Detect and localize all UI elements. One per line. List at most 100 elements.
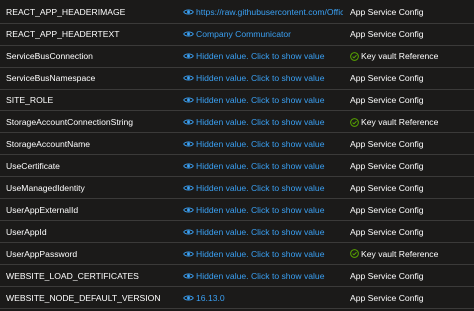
setting-source: Key vault Reference <box>350 51 438 61</box>
eye-icon <box>183 273 194 279</box>
setting-row[interactable]: UserAppId Hidden value. Click to show va… <box>0 222 474 244</box>
setting-name: WEBSITE_NODE_DEFAULT_VERSION <box>6 292 161 303</box>
eye-icon <box>183 31 194 37</box>
setting-name: WEBSITE_LOAD_CERTIFICATES <box>6 270 139 281</box>
setting-value-link[interactable]: Hidden value. Click to show value <box>183 205 343 215</box>
setting-value-text: Hidden value. Click to show value <box>196 117 325 128</box>
setting-source-text: App Service Config <box>350 204 424 215</box>
eye-icon <box>183 229 194 235</box>
eye-icon <box>183 207 194 213</box>
setting-value-text: Hidden value. Click to show value <box>196 204 325 215</box>
setting-source: App Service Config <box>350 73 424 83</box>
setting-value-link[interactable]: Hidden value. Click to show value <box>183 271 343 281</box>
eye-icon <box>183 9 194 15</box>
setting-source: App Service Config <box>350 7 424 17</box>
setting-row[interactable]: StorageAccountName Hidden value. Click t… <box>0 134 474 156</box>
setting-value-link[interactable]: Hidden value. Click to show value <box>183 183 343 193</box>
setting-source-text: Key vault Reference <box>361 117 439 128</box>
setting-name: UserAppId <box>6 226 47 237</box>
setting-row[interactable]: UserAppExternalId Hidden value. Click to… <box>0 200 474 222</box>
eye-icon <box>183 75 194 81</box>
setting-source: Key vault Reference <box>350 249 438 259</box>
setting-source-text: App Service Config <box>350 182 424 193</box>
setting-row[interactable]: UseCertificate Hidden value. Click to sh… <box>0 156 474 178</box>
eye-icon <box>183 119 194 125</box>
setting-value-text: Hidden value. Click to show value <box>196 248 325 259</box>
setting-source-text: Key vault Reference <box>361 248 439 259</box>
setting-source-text: App Service Config <box>350 73 424 84</box>
setting-source-text: App Service Config <box>350 226 424 237</box>
setting-name: ServiceBusNamespace <box>6 73 96 84</box>
setting-value-link[interactable]: Hidden value. Click to show value <box>183 117 343 127</box>
setting-name: ServiceBusConnection <box>6 51 93 62</box>
setting-source: App Service Config <box>350 161 424 171</box>
setting-source: App Service Config <box>350 205 424 215</box>
setting-source: App Service Config <box>350 183 424 193</box>
setting-value-link[interactable]: https://raw.githubusercontent.com/Offic <box>183 7 343 17</box>
setting-value-link[interactable]: Hidden value. Click to show value <box>183 249 343 259</box>
setting-source: App Service Config <box>350 271 424 281</box>
setting-source-text: App Service Config <box>350 7 424 18</box>
setting-value-text: Company Communicator <box>196 29 292 40</box>
eye-icon <box>183 141 194 147</box>
check-circle-icon <box>350 51 359 61</box>
setting-value-text: Hidden value. Click to show value <box>196 51 325 62</box>
eye-icon <box>183 53 194 59</box>
app-settings-grid: REACT_APP_HEADERIMAGE https://raw.github… <box>0 0 474 311</box>
setting-name: SITE_ROLE <box>6 95 54 106</box>
setting-row[interactable]: REACT_APP_HEADERIMAGE https://raw.github… <box>0 2 474 24</box>
setting-name: StorageAccountConnectionString <box>6 117 134 128</box>
setting-value-link[interactable]: Hidden value. Click to show value <box>183 161 343 171</box>
setting-row[interactable]: WEBSITE_NODE_DEFAULT_VERSION 16.13.0 App… <box>0 287 474 310</box>
setting-row[interactable]: StorageAccountConnectionString Hidden va… <box>0 112 474 134</box>
setting-value-link[interactable]: Hidden value. Click to show value <box>183 51 343 61</box>
setting-value-text: https://raw.githubusercontent.com/Offic <box>196 7 343 18</box>
setting-row[interactable]: UserAppPassword Hidden value. Click to s… <box>0 243 474 266</box>
setting-source-text: Key vault Reference <box>361 51 439 62</box>
setting-row[interactable]: ServiceBusNamespace Hidden value. Click … <box>0 68 474 90</box>
setting-value-text: Hidden value. Click to show value <box>196 226 325 237</box>
setting-row[interactable]: ServiceBusConnection Hidden value. Click… <box>0 46 474 68</box>
eye-icon <box>183 185 194 191</box>
setting-value-text: Hidden value. Click to show value <box>196 182 325 193</box>
setting-source-text: App Service Config <box>350 292 424 303</box>
setting-value-text: 16.13.0 <box>196 292 225 303</box>
setting-name: UserAppExternalId <box>6 204 79 215</box>
check-circle-icon <box>350 249 359 259</box>
setting-source: App Service Config <box>350 29 424 39</box>
setting-source-text: App Service Config <box>350 139 424 150</box>
setting-value-text: Hidden value. Click to show value <box>196 270 325 281</box>
setting-value-text: Hidden value. Click to show value <box>196 95 325 106</box>
setting-row[interactable]: WEBSITE_LOAD_CERTIFICATES Hidden value. … <box>0 265 474 288</box>
setting-source-text: App Service Config <box>350 95 424 106</box>
setting-value-text: Hidden value. Click to show value <box>196 139 325 150</box>
setting-value-link[interactable]: 16.13.0 <box>183 293 343 303</box>
setting-source-text: App Service Config <box>350 270 424 281</box>
check-circle-icon <box>350 117 359 127</box>
setting-name: UseManagedIdentity <box>6 182 85 193</box>
setting-value-link[interactable]: Hidden value. Click to show value <box>183 139 343 149</box>
setting-value-link[interactable]: Hidden value. Click to show value <box>183 227 343 237</box>
eye-icon <box>183 97 194 103</box>
setting-source: App Service Config <box>350 95 424 105</box>
setting-value-link[interactable]: Hidden value. Click to show value <box>183 95 343 105</box>
setting-source: Key vault Reference <box>350 117 438 127</box>
setting-source: App Service Config <box>350 227 424 237</box>
setting-value-link[interactable]: Hidden value. Click to show value <box>183 73 343 83</box>
setting-name: StorageAccountName <box>6 139 91 150</box>
setting-row[interactable]: SITE_ROLE Hidden value. Click to show va… <box>0 90 474 112</box>
setting-row[interactable]: UseManagedIdentity Hidden value. Click t… <box>0 178 474 200</box>
setting-name: UserAppPassword <box>6 248 78 259</box>
eye-icon <box>183 295 194 301</box>
setting-name: REACT_APP_HEADERIMAGE <box>6 7 126 18</box>
setting-source-text: App Service Config <box>350 160 424 171</box>
setting-source: App Service Config <box>350 293 424 303</box>
setting-name: UseCertificate <box>6 160 60 171</box>
setting-row[interactable]: REACT_APP_HEADERTEXT Company Communicato… <box>0 24 474 46</box>
setting-value-link[interactable]: Company Communicator <box>183 29 343 39</box>
setting-source: App Service Config <box>350 139 424 149</box>
eye-icon <box>183 163 194 169</box>
setting-value-text: Hidden value. Click to show value <box>196 73 325 84</box>
setting-source-text: App Service Config <box>350 29 424 40</box>
setting-name: REACT_APP_HEADERTEXT <box>6 29 120 40</box>
